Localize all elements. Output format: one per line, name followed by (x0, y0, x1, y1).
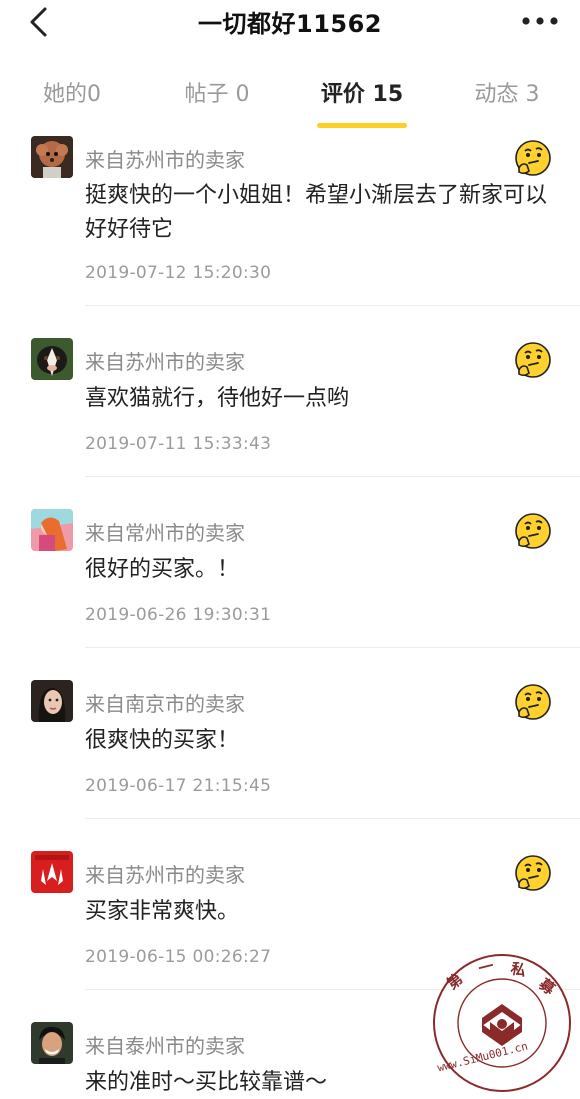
thinking-face-icon (515, 342, 551, 378)
more-button[interactable] (514, 4, 566, 38)
avatar[interactable] (31, 509, 73, 551)
review-content: 喜欢猫就行，待他好一点哟 (85, 386, 350, 411)
review-content: 挺爽快的一个小姐姐！希望小渐层去了新家可以好好待它 (85, 183, 548, 242)
thinking-face-icon (515, 513, 551, 549)
more-dots-icon (522, 17, 558, 25)
review-time: 2019-06-26 19:30:31 (85, 605, 272, 625)
review-source: 来自常州市的卖家 (85, 521, 245, 545)
top-bar: 一切都好11562 (0, 0, 580, 44)
review-time: 2019-06-15 00:26:27 (85, 947, 272, 967)
review-source: 来自苏州市的卖家 (85, 148, 245, 172)
avatar[interactable] (31, 851, 73, 893)
review-source: 来自泰州市的卖家 (85, 1034, 245, 1058)
review-time: 2019-06-17 21:15:45 (85, 776, 272, 796)
tab-activity[interactable]: 动态 3 (442, 76, 572, 108)
avatar[interactable] (31, 1022, 73, 1064)
review-item: 来自苏州市的卖家 挺爽快的一个小姐姐！希望小渐层去了新家可以好好待它 2019-… (0, 128, 580, 306)
review-content: 很爽快的买家！ (85, 728, 240, 753)
tab-bar: 她的0 帖子 0 评价 15 动态 3 (0, 68, 580, 128)
review-time: 2019-07-11 15:33:43 (85, 434, 272, 454)
tab-hers[interactable]: 她的0 (7, 76, 137, 108)
review-item: 来自常州市的卖家 很好的买家。！ 2019-06-26 19:30:31 (0, 477, 580, 648)
review-content: 很好的买家。！ (85, 557, 240, 582)
review-content: 买家非常爽快。 (85, 899, 240, 924)
avatar[interactable] (31, 680, 73, 722)
review-source: 来自苏州市的卖家 (85, 863, 245, 887)
review-source: 来自南京市的卖家 (85, 692, 245, 716)
thinking-face-icon (515, 684, 551, 720)
thinking-face-icon (515, 140, 551, 176)
page-title: 一切都好11562 (198, 10, 382, 38)
review-source: 来自苏州市的卖家 (85, 350, 245, 374)
review-item: 来自苏州市的卖家 喜欢猫就行，待他好一点哟 2019-07-11 15:33:4… (0, 306, 580, 477)
watermark-seal: 第 一 私 募 www.SiMu001.cn (433, 954, 571, 1092)
review-item: 来自南京市的卖家 很爽快的买家！ 2019-06-17 21:15:45 (0, 648, 580, 819)
avatar[interactable] (31, 136, 73, 178)
review-time: 2019-07-12 15:20:30 (85, 263, 272, 283)
thinking-face-icon (515, 855, 551, 891)
avatar[interactable] (31, 338, 73, 380)
tab-posts[interactable]: 帖子 0 (152, 76, 282, 108)
tab-reviews[interactable]: 评价 15 (297, 76, 427, 108)
